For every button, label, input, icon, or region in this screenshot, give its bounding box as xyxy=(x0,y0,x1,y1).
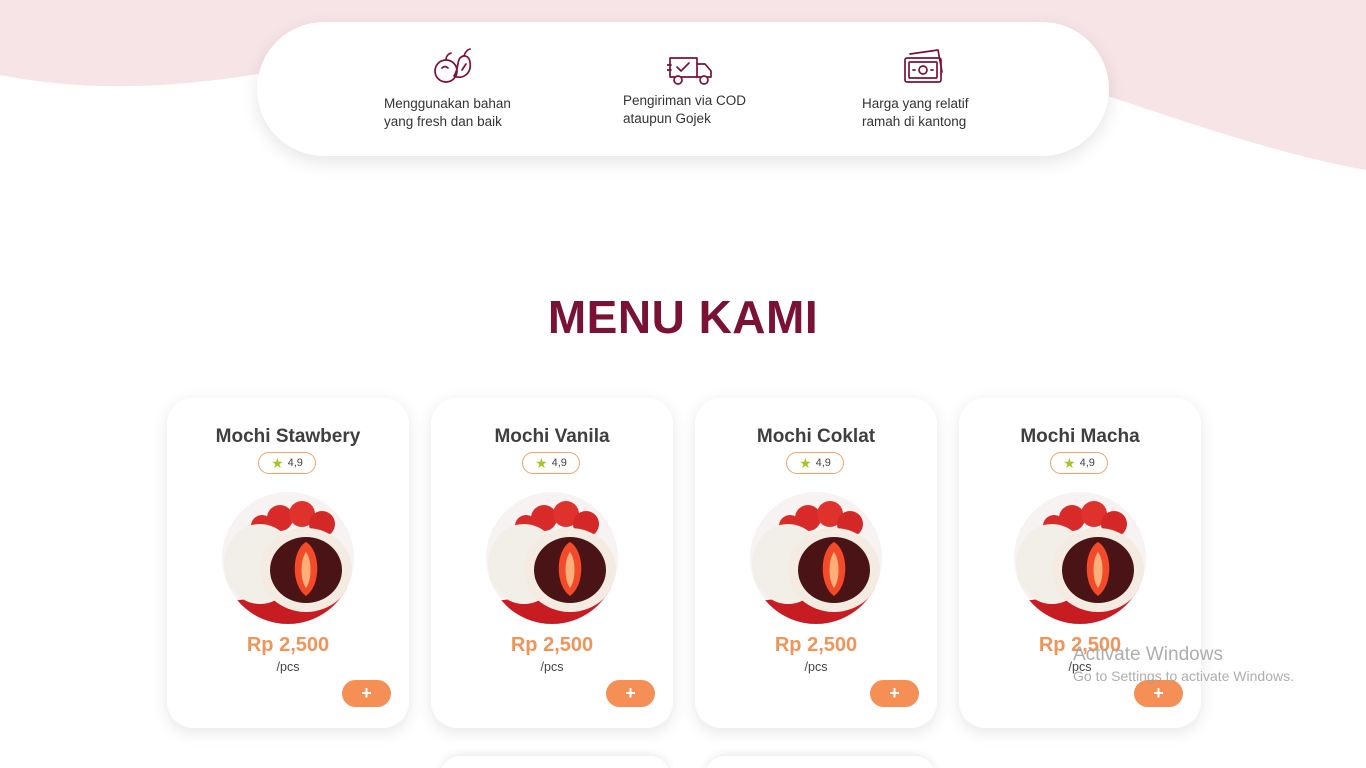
watermark-subtitle: Go to Settings to activate Windows. xyxy=(1073,668,1294,684)
feature-delivery: Pengiriman via COD ataupun Gojek xyxy=(623,22,783,156)
feature-text: Pengiriman via COD ataupun Gojek xyxy=(623,93,747,126)
product-price: Rp 2,500 xyxy=(246,634,330,656)
star-icon: ★ xyxy=(535,455,548,471)
product-name: Mochi Coklat xyxy=(756,426,876,447)
mochi-image xyxy=(486,492,618,624)
add-to-cart-button[interactable]: + xyxy=(342,680,391,707)
feature-affordable-price: Harga yang relatif ramah di kantong xyxy=(862,22,1022,156)
rating-badge: ★ 4,9 xyxy=(1050,452,1108,474)
delivery-truck-icon xyxy=(667,57,712,85)
next-section-card xyxy=(705,756,935,768)
rating-value: 4,9 xyxy=(551,457,567,469)
product-card: Mochi Coklat ★ 4,9 Rp 2,500 /pcs + xyxy=(695,398,937,728)
feature-text: Menggunakan bahan yang fresh dan baik xyxy=(384,96,511,129)
product-card: Mochi Vanila ★ 4,9 Rp 2,500 /pcs + xyxy=(431,398,673,728)
star-icon: ★ xyxy=(271,455,284,471)
price-unit: /pcs xyxy=(540,660,564,674)
rating-value: 4,9 xyxy=(1079,457,1095,469)
product-price: Rp 2,500 xyxy=(510,634,594,656)
mochi-image xyxy=(750,492,882,624)
product-name: Mochi Macha xyxy=(1020,426,1140,447)
money-icon xyxy=(904,49,943,83)
product-name: Mochi Stawbery xyxy=(215,426,361,447)
windows-activation-watermark: Activate Windows Go to Settings to activ… xyxy=(1073,644,1294,686)
feature-text: Harga yang relatif ramah di kantong xyxy=(862,96,969,129)
price-unit: /pcs xyxy=(804,660,828,674)
star-icon: ★ xyxy=(1063,455,1076,471)
fruit-icon xyxy=(434,48,472,83)
features-bar: Menggunakan bahan yang fresh dan baik Pe… xyxy=(257,22,1109,156)
rating-value: 4,9 xyxy=(287,457,303,469)
feature-fresh-ingredients: Menggunakan bahan yang fresh dan baik xyxy=(384,22,544,156)
product-name: Mochi Vanila xyxy=(494,426,610,447)
next-section-card xyxy=(440,756,670,768)
section-title: MENU KAMI xyxy=(547,291,819,343)
rating-badge: ★ 4,9 xyxy=(258,452,316,474)
mochi-image xyxy=(1014,492,1146,624)
mochi-image xyxy=(222,492,354,624)
rating-badge: ★ 4,9 xyxy=(786,452,844,474)
product-price: Rp 2,500 xyxy=(774,634,858,656)
rating-value: 4,9 xyxy=(815,457,831,469)
add-to-cart-button[interactable]: + xyxy=(870,680,919,707)
rating-badge: ★ 4,9 xyxy=(522,452,580,474)
add-to-cart-button[interactable]: + xyxy=(606,680,655,707)
product-card: Mochi Stawbery ★ 4,9 Rp 2,500 /pcs + xyxy=(167,398,409,728)
price-unit: /pcs xyxy=(276,660,300,674)
star-icon: ★ xyxy=(799,455,812,471)
watermark-title: Activate Windows xyxy=(1073,644,1223,665)
